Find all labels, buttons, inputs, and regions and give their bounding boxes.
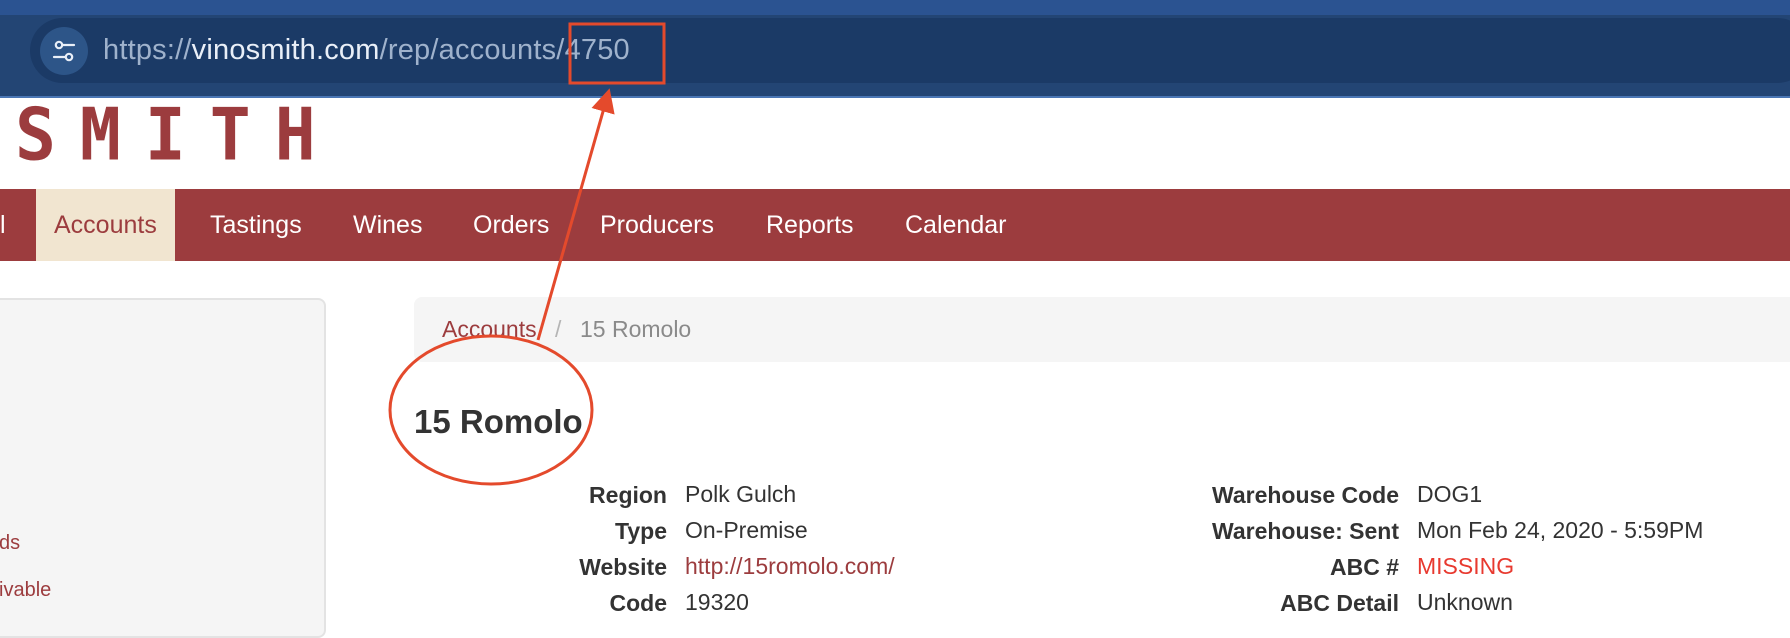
site-logo[interactable]: OSMITH: [0, 94, 340, 179]
tune-icon-glyph: [52, 40, 76, 62]
abc-detail-value: Unknown: [1417, 589, 1513, 615]
region-label: Region: [589, 482, 667, 508]
page-title: 15 Romolo: [414, 403, 583, 440]
nav-item-wines[interactable]: Wines: [353, 189, 422, 261]
sidebar-link-2[interactable]: ivable: [0, 579, 51, 602]
nav-item-cut-off[interactable]: l: [0, 189, 8, 261]
breadcrumb-separator: /: [555, 316, 562, 342]
url-text[interactable]: https://vinosmith.com/rep/accounts/4750: [103, 30, 630, 70]
nav-item-orders[interactable]: Orders: [473, 189, 549, 261]
region-value: Polk Gulch: [685, 481, 797, 507]
nav-item-reports[interactable]: Reports: [766, 189, 854, 261]
main-nav: l Accounts Tastings Wines Orders Produce…: [0, 189, 1790, 261]
website-link[interactable]: http://15romolo.com/: [685, 553, 895, 580]
sidebar-link-1[interactable]: ds: [0, 532, 20, 555]
nav-item-tastings[interactable]: Tastings: [210, 189, 302, 261]
nav-item-accounts[interactable]: Accounts: [36, 189, 175, 261]
url-scheme: https://: [103, 34, 192, 66]
nav-item-producers[interactable]: Producers: [600, 189, 714, 261]
browser-tab-strip: [0, 0, 1790, 15]
warehouse-code-label: Warehouse Code: [1211, 482, 1399, 508]
url-host: vinosmith.com: [191, 34, 380, 66]
breadcrumb-accounts-link[interactable]: Accounts: [442, 316, 537, 343]
warehouse-code-value: DOG1: [1417, 481, 1483, 507]
warehouse-sent-value: Mon Feb 24, 2020 - 5:59PM: [1417, 517, 1704, 543]
code-value: 19320: [685, 589, 749, 615]
website-label: Website: [579, 554, 667, 580]
nav-item-calendar[interactable]: Calendar: [905, 189, 1006, 261]
abc-number-label: ABC #: [1329, 554, 1399, 580]
code-label: Code: [609, 590, 668, 616]
type-label: Type: [615, 518, 667, 544]
warehouse-sent-label: Warehouse: Sent: [1211, 518, 1399, 544]
url-slash: /: [556, 34, 565, 66]
abc-detail-label: ABC Detail: [1280, 590, 1399, 616]
abc-number-value: MISSING: [1417, 553, 1515, 579]
type-value: On-Premise: [685, 517, 808, 543]
breadcrumb-current: 15 Romolo: [580, 316, 692, 342]
tune-icon[interactable]: [40, 27, 88, 75]
url-path: /rep/accounts: [379, 34, 557, 66]
url-account-id: 4750: [564, 34, 630, 66]
